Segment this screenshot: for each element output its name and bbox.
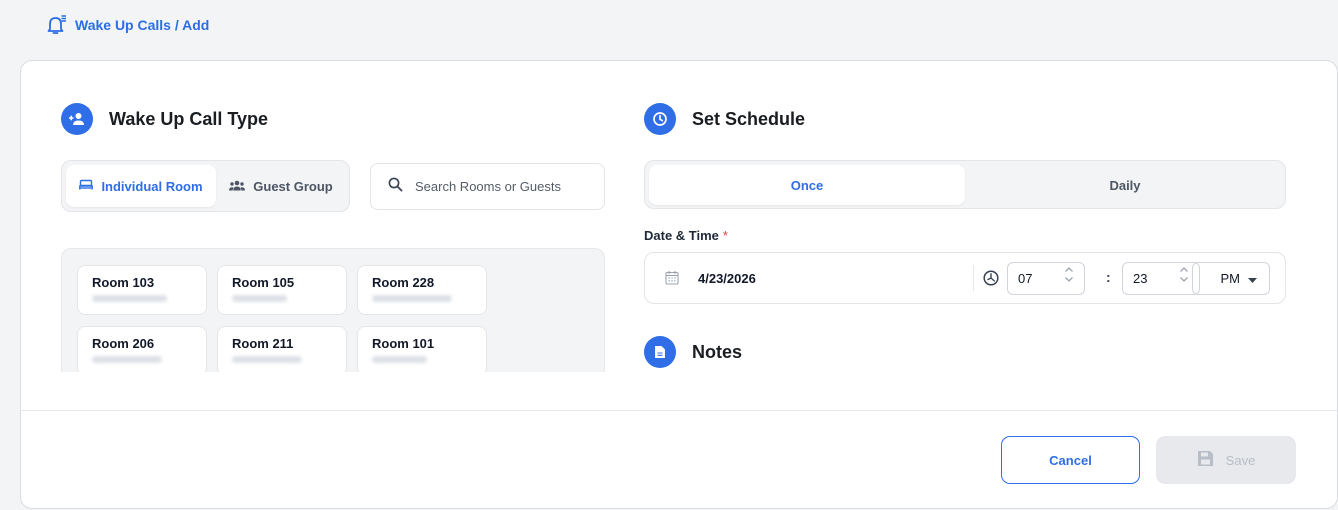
calendar-icon[interactable] — [665, 270, 679, 290]
tab-individual-room-label: Individual Room — [101, 178, 203, 194]
room-guest-redacted — [92, 295, 167, 302]
chevron-down-icon[interactable] — [1064, 276, 1074, 283]
form-card: Wake Up Call Type Individual Room Guest … — [20, 60, 1338, 509]
notes-title: Notes — [692, 341, 743, 362]
minute-stepper-arrows — [1179, 266, 1189, 283]
search-input[interactable] — [415, 179, 585, 194]
document-icon — [644, 336, 676, 368]
room-guest-redacted — [372, 295, 452, 302]
schedule-heading: Set Schedule — [644, 103, 805, 135]
call-type-switch: Individual Room Guest Group — [61, 160, 350, 212]
call-type-title: Wake Up Call Type — [109, 108, 269, 129]
room-name: Room 206 — [92, 336, 155, 351]
divider — [973, 265, 974, 291]
group-icon — [229, 179, 246, 194]
room-card[interactable]: Room 101 — [357, 326, 487, 372]
room-guest-redacted — [232, 356, 302, 363]
hour-value: 07 — [1018, 271, 1033, 286]
chevron-down-icon[interactable] — [1179, 276, 1189, 283]
required-mark: * — [722, 228, 728, 243]
room-card[interactable]: Room 105 — [217, 265, 347, 315]
save-button[interactable]: Save — [1156, 436, 1296, 484]
cancel-button[interactable]: Cancel — [1001, 436, 1140, 484]
caret-down-icon — [1248, 271, 1257, 286]
chevron-up-icon[interactable] — [1064, 266, 1074, 273]
bed-icon — [79, 179, 94, 194]
search-field[interactable] — [370, 163, 605, 210]
room-guest-redacted — [232, 295, 287, 302]
time-clock-icon — [983, 270, 999, 291]
date-input[interactable]: 4/23/2026 — [698, 271, 756, 286]
datetime-label: Date & Time * — [644, 228, 728, 243]
tab-individual-room[interactable]: Individual Room — [66, 165, 216, 207]
breadcrumb: Wake Up Calls / Add — [47, 14, 209, 36]
cancel-label: Cancel — [1049, 452, 1092, 468]
time-separator: : — [1106, 269, 1111, 285]
datetime-field: 4/23/2026 07 : 23 PM — [644, 252, 1286, 304]
room-name: Room 228 — [372, 275, 435, 290]
meridiem-select[interactable]: PM — [1192, 262, 1270, 295]
room-name: Room 105 — [232, 275, 295, 290]
add-person-icon — [61, 103, 93, 135]
room-name: Room 211 — [232, 336, 294, 351]
tab-daily-label: Daily — [1109, 177, 1141, 193]
rooms-list: Room 103 Room 105 Room 228 Room 206 Room… — [61, 248, 605, 372]
minute-stepper[interactable]: 23 — [1122, 262, 1200, 295]
tab-once[interactable]: Once — [649, 165, 965, 205]
bell-list-icon — [47, 14, 67, 36]
chevron-up-icon[interactable] — [1179, 266, 1189, 273]
notes-heading: Notes — [644, 336, 742, 368]
room-guest-redacted — [92, 356, 162, 363]
room-card[interactable]: Room 206 — [77, 326, 207, 372]
room-card[interactable]: Room 103 — [77, 265, 207, 315]
footer-divider — [21, 410, 1337, 411]
room-card[interactable]: Room 211 — [217, 326, 347, 372]
tab-once-label: Once — [790, 177, 824, 193]
minute-value: 23 — [1133, 271, 1148, 286]
room-guest-redacted — [372, 356, 427, 363]
schedule-frequency-switch: Once Daily — [644, 160, 1286, 209]
hour-stepper[interactable]: 07 — [1007, 262, 1085, 295]
floppy-disk-icon — [1197, 450, 1214, 470]
breadcrumb-text[interactable]: Wake Up Calls / Add — [75, 17, 209, 33]
tab-daily[interactable]: Daily — [967, 165, 1283, 205]
room-name: Room 103 — [92, 275, 155, 290]
schedule-title: Set Schedule — [692, 108, 806, 129]
search-icon — [388, 177, 403, 197]
datetime-label-text: Date & Time — [644, 228, 719, 243]
call-type-heading: Wake Up Call Type — [61, 103, 268, 135]
tab-guest-group[interactable]: Guest Group — [218, 165, 344, 207]
meridiem-value: PM — [1220, 271, 1241, 286]
hour-stepper-arrows — [1064, 266, 1074, 283]
room-name: Room 101 — [372, 336, 435, 351]
clock-icon — [644, 103, 676, 135]
room-card[interactable]: Room 228 — [357, 265, 487, 315]
save-label: Save — [1225, 452, 1256, 468]
tab-guest-group-label: Guest Group — [253, 178, 333, 194]
